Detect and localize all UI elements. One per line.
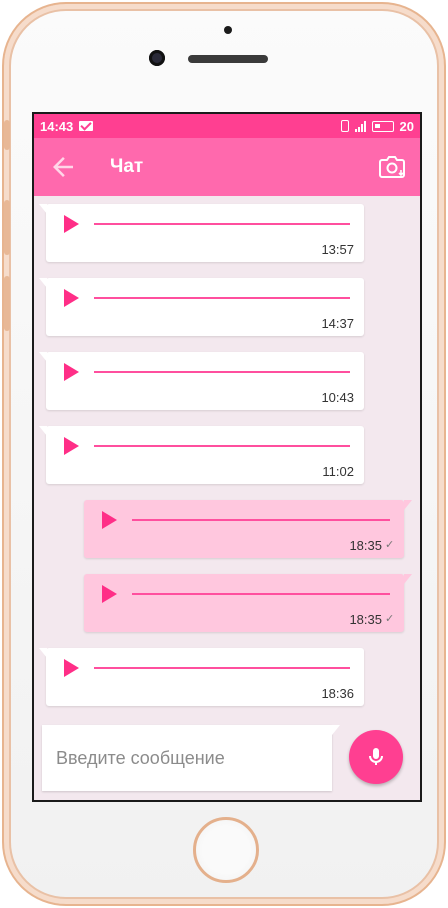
message-time: 13:57 [321, 242, 354, 257]
message-input[interactable] [54, 746, 320, 770]
battery-level: 20 [399, 118, 414, 134]
audio-progress[interactable] [94, 667, 350, 669]
message-time: 18:35 ✓ [349, 612, 395, 627]
vibrate-icon [340, 120, 349, 132]
message-composer [34, 722, 420, 798]
page-title: Чат [110, 156, 144, 177]
home-button[interactable] [193, 817, 259, 883]
voice-message[interactable]: 14:37 [39, 278, 364, 336]
signal-icon [354, 120, 366, 132]
audio-progress[interactable] [94, 371, 350, 373]
voice-message-outgoing[interactable]: 18:35 ✓ [84, 500, 412, 558]
play-icon[interactable] [64, 363, 79, 381]
status-time: 14:43 [40, 118, 74, 134]
message-time: 14:37 [321, 316, 354, 331]
camera-switch-icon[interactable] [376, 152, 408, 182]
back-arrow-icon[interactable] [48, 152, 78, 182]
mail-notification-icon [79, 121, 94, 131]
message-time: 18:36 [321, 686, 354, 701]
earpiece-speaker [188, 55, 268, 63]
audio-progress[interactable] [94, 297, 350, 299]
voice-message[interactable]: 13:57 [39, 204, 364, 262]
side-button-1 [4, 120, 10, 150]
message-time: 18:35 ✓ [349, 538, 395, 553]
play-icon[interactable] [64, 437, 79, 455]
play-icon[interactable] [64, 215, 79, 233]
audio-progress[interactable] [94, 223, 350, 225]
proximity-sensor [224, 26, 232, 34]
message-time: 10:43 [321, 390, 354, 405]
play-icon[interactable] [102, 585, 117, 603]
voice-message[interactable]: 18:36 [39, 648, 364, 706]
check-icon: ✓ [385, 613, 395, 625]
phone-screen: 14:43 20 Чат 13:57 14:37 10:43 11:02 18:… [32, 112, 422, 802]
phone-frame: 14:43 20 Чат 13:57 14:37 10:43 11:02 18:… [2, 2, 446, 906]
side-button-3 [4, 276, 10, 331]
audio-progress[interactable] [132, 593, 390, 595]
mic-button[interactable] [349, 730, 403, 784]
check-icon: ✓ [385, 539, 395, 551]
front-camera [149, 50, 165, 66]
message-time: 11:02 [322, 464, 354, 479]
side-button-2 [4, 200, 10, 255]
audio-progress[interactable] [94, 445, 350, 447]
play-icon[interactable] [64, 289, 79, 307]
voice-message[interactable]: 11:02 [39, 426, 364, 484]
audio-progress[interactable] [132, 519, 390, 521]
message-input-container[interactable] [42, 725, 340, 791]
battery-icon [371, 120, 394, 132]
voice-message[interactable]: 10:43 [39, 352, 364, 410]
app-bar: Чат [34, 138, 420, 196]
play-icon[interactable] [64, 659, 79, 677]
voice-message-outgoing[interactable]: 18:35 ✓ [84, 574, 412, 632]
message-list: 13:57 14:37 10:43 11:02 18:35 ✓ 18:35 ✓ … [34, 196, 420, 726]
status-bar: 14:43 20 [34, 114, 420, 138]
play-icon[interactable] [102, 511, 117, 529]
microphone-icon [369, 748, 383, 765]
